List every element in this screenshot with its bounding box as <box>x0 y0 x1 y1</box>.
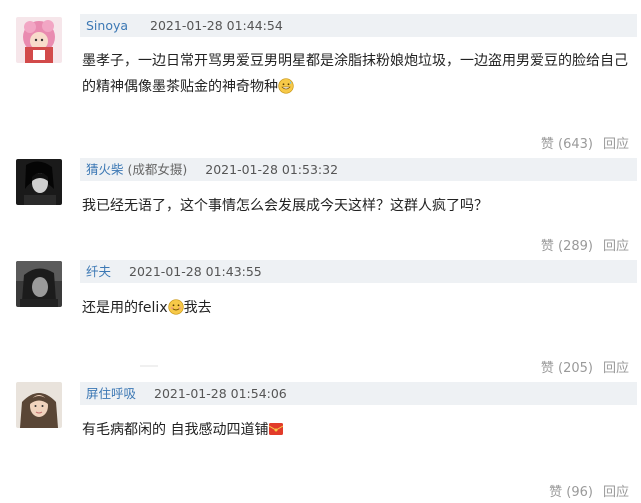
comment-actions: 赞 (205) 回应 <box>541 357 629 376</box>
grin-sweat-emoji <box>278 78 294 94</box>
username-link[interactable]: Sinoya <box>80 18 128 33</box>
like-count: (205) <box>558 361 593 376</box>
reply-button[interactable]: 回应 <box>603 137 629 152</box>
avatar[interactable] <box>16 17 62 63</box>
comment-time: 2021-01-28 01:43:55 <box>129 264 262 279</box>
divider <box>140 365 158 367</box>
username-link[interactable]: 猜火柴 <box>80 162 124 177</box>
comment-text: 我已经无语了，这个事情怎么会发展成今天这样？这群人疯了吗？ <box>82 198 488 214</box>
reply-button[interactable]: 回应 <box>603 485 629 500</box>
user-tag: (成都女摄) <box>127 162 188 177</box>
comment-actions: 赞 (289) 回应 <box>541 235 629 254</box>
comment-time: 2021-01-28 01:53:32 <box>205 162 339 177</box>
comment-meta: 屏住呼吸 2021-01-28 01:54:06 <box>80 382 637 405</box>
username-link[interactable]: 屏住呼吸 <box>80 386 136 401</box>
reply-button[interactable]: 回应 <box>603 239 629 254</box>
red-envelope-emoji <box>269 423 284 435</box>
like-count: (643) <box>558 137 593 152</box>
like-button[interactable]: 赞 (289) <box>541 239 593 254</box>
username-link[interactable]: 纤夫 <box>80 264 111 279</box>
like-count: (96) <box>566 485 593 500</box>
comment-item: Sinoya 2021-01-28 01:44:54 墨孝子，一边日常开骂男爱豆… <box>0 0 641 158</box>
comment-meta: 猜火柴 (成都女摄) 2021-01-28 01:53:32 <box>80 158 637 181</box>
like-button[interactable]: 赞 (205) <box>541 361 593 376</box>
comment-meta: Sinoya 2021-01-28 01:44:54 <box>80 14 637 37</box>
comment-text: 还是用的felix 我去 <box>82 299 212 316</box>
avatar[interactable] <box>16 382 62 428</box>
comment-time: 2021-01-28 01:44:54 <box>150 18 283 33</box>
comment-item: 猜火柴 (成都女摄) 2021-01-28 01:53:32 我已经无语了，这个事… <box>0 155 641 255</box>
reply-button[interactable]: 回应 <box>603 361 629 376</box>
like-button[interactable]: 赞 (96) <box>549 485 593 500</box>
comment-actions: 赞 (643) 回应 <box>541 133 629 152</box>
comment-item: 屏住呼吸 2021-01-28 01:54:06 有毛病都闲的 自我感动四道铺 … <box>0 380 641 503</box>
comment-text: 有毛病都闲的 自我感动四道铺 <box>82 417 631 443</box>
comment-item: 纤夫 2021-01-28 01:43:55 还是用的felix 我去 赞 (20… <box>0 257 641 377</box>
smile-emoji <box>167 299 184 315</box>
like-button[interactable]: 赞 (643) <box>541 137 593 152</box>
like-count: (289) <box>558 239 593 254</box>
comment-actions: 赞 (96) 回应 <box>549 481 629 500</box>
avatar[interactable] <box>16 159 62 205</box>
comment-text: 墨孝子，一边日常开骂男爱豆男明星都是涂脂抹粉娘炮垃圾，一边盗用男爱豆的脸给自己的… <box>82 53 628 95</box>
comment-time: 2021-01-28 01:54:06 <box>154 386 287 401</box>
comment-meta: 纤夫 2021-01-28 01:43:55 <box>80 260 637 283</box>
avatar[interactable] <box>16 261 62 307</box>
